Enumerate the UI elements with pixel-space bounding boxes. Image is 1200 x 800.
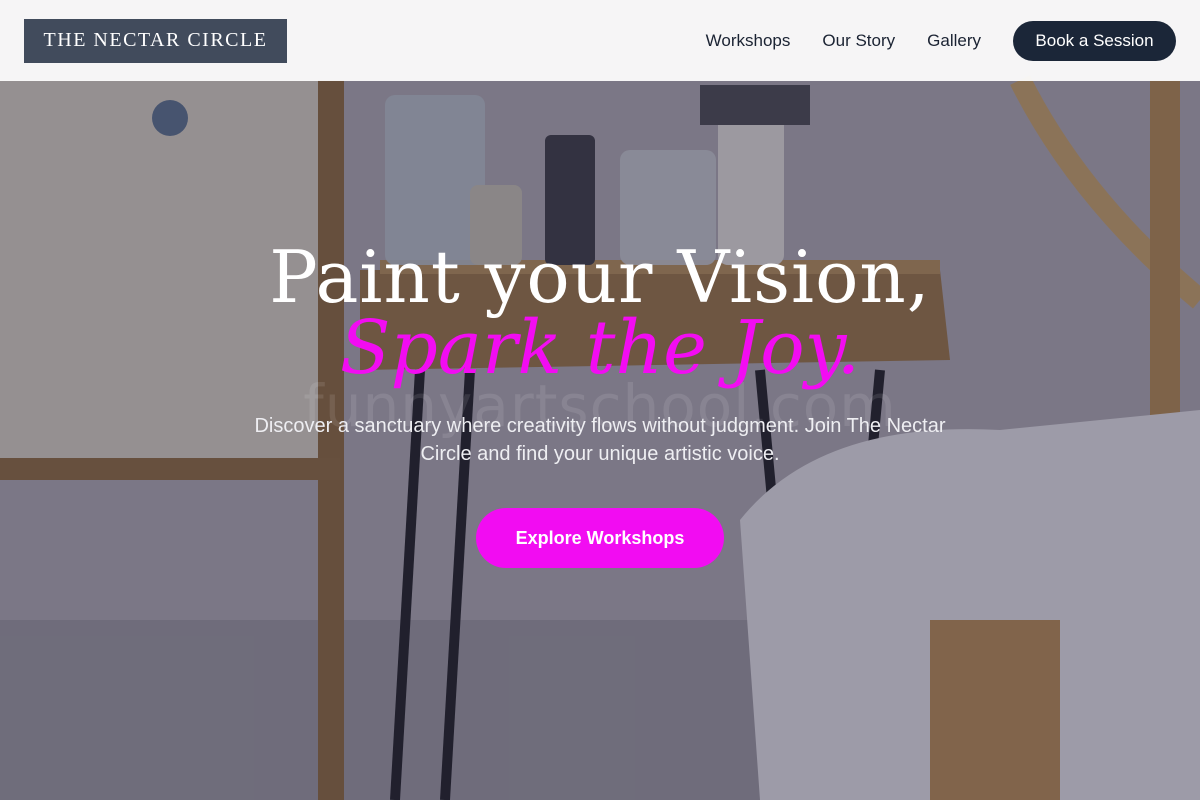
hero-subtitle: Discover a sanctuary where creativity fl… xyxy=(254,415,946,465)
explore-workshops-button[interactable]: Explore Workshops xyxy=(476,508,724,568)
book-session-button[interactable]: Book a Session xyxy=(1013,20,1176,61)
hero-accent-title: Spark the Joy. xyxy=(339,305,861,391)
nav-link-our-story[interactable]: Our Story xyxy=(822,31,895,51)
site-logo[interactable]: THE NECTAR CIRCLE xyxy=(24,18,287,63)
main-nav: Workshops Our Story Gallery Book a Sessi… xyxy=(706,20,1176,61)
hero-section: Paint your Vision, Spark the Joy. Discov… xyxy=(0,236,1200,568)
nav-link-gallery[interactable]: Gallery xyxy=(927,31,981,51)
site-header: THE NECTAR CIRCLE Workshops Our Story Ga… xyxy=(0,0,1200,81)
nav-link-workshops[interactable]: Workshops xyxy=(706,31,791,51)
